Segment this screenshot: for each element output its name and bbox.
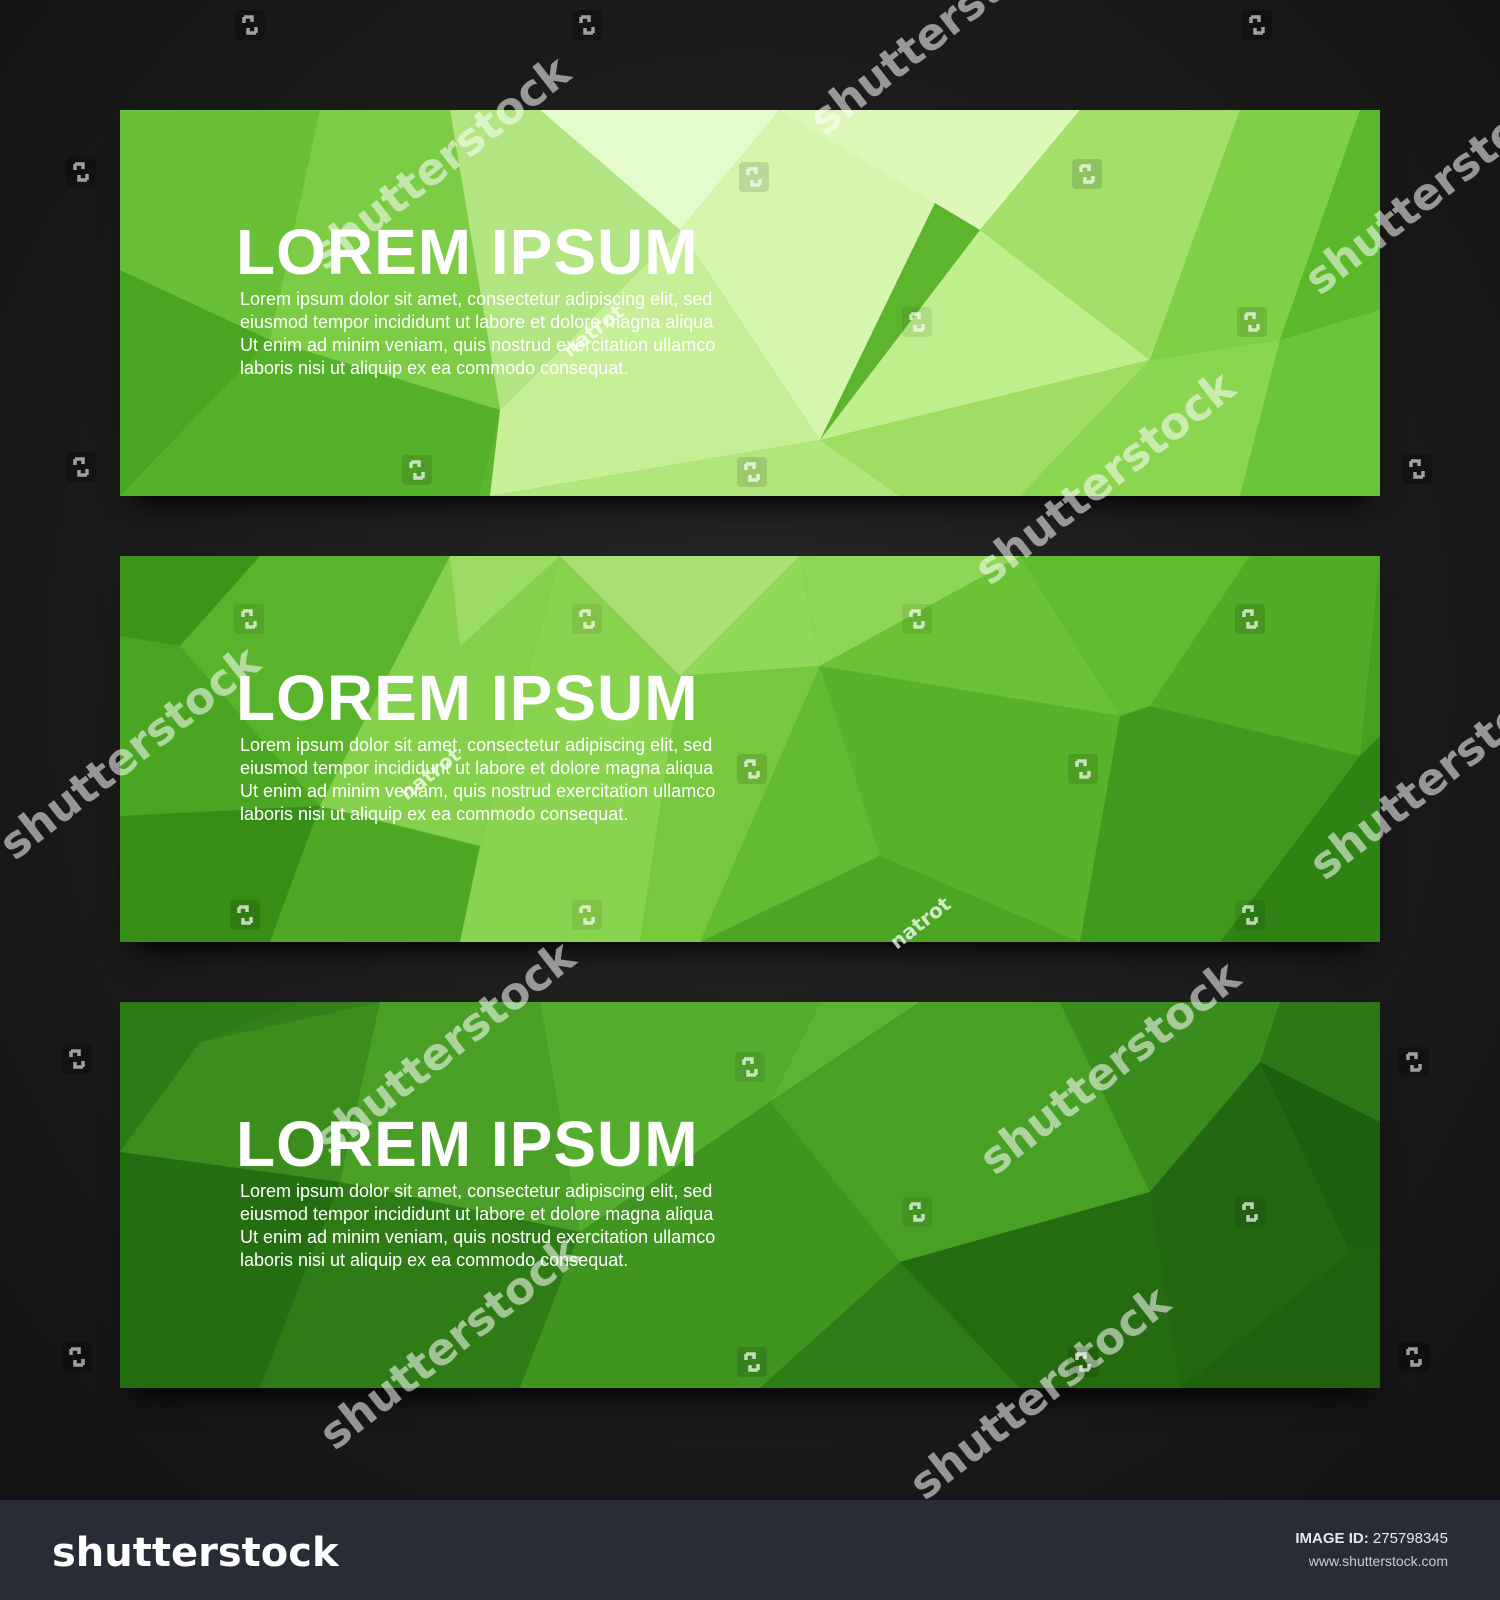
- shutterstock-logo-icon: [1399, 1047, 1429, 1077]
- banner-body-text: Lorem ipsum dolor sit amet, consectetur …: [240, 288, 800, 380]
- shutterstock-logo: shutterstock: [52, 1530, 340, 1576]
- body-line: Ut enim ad minim veniam, quis nostrud ex…: [240, 781, 716, 801]
- banner-medium-green: LOREM IPSUM Lorem ipsum dolor sit amet, …: [120, 556, 1380, 942]
- body-line: Ut enim ad minim veniam, quis nostrud ex…: [240, 335, 716, 355]
- body-line: eiusmod tempor incididunt ut labore et d…: [240, 758, 714, 778]
- banner-body-text: Lorem ipsum dolor sit amet, consectetur …: [240, 1180, 800, 1272]
- body-line: eiusmod tempor incididunt ut labore et d…: [240, 1204, 714, 1224]
- shutterstock-logo-icon: [62, 1044, 92, 1074]
- logo-wordmark: shutterstock: [52, 1530, 340, 1576]
- banner-light-green: LOREM IPSUM Lorem ipsum dolor sit amet, …: [120, 110, 1380, 496]
- shutterstock-logo-icon: [1399, 1342, 1429, 1372]
- shutterstock-logo-icon: [1402, 454, 1432, 484]
- body-line: Ut enim ad minim veniam, quis nostrud ex…: [240, 1227, 716, 1247]
- shutterstock-logo-icon: [572, 10, 602, 40]
- shutterstock-logo-icon: [66, 452, 96, 482]
- image-id-block: IMAGE ID: 275798345 www.shutterstock.com: [1295, 1530, 1448, 1569]
- footer-bar: shutterstock IMAGE ID: 275798345 www.shu…: [0, 1500, 1500, 1600]
- body-line: laboris nisi ut aliquip ex ea commodo co…: [240, 358, 629, 378]
- image-id-value: 275798345: [1372, 1530, 1448, 1547]
- image-id-row: IMAGE ID: 275798345: [1295, 1530, 1448, 1547]
- shutterstock-logo-icon: [66, 157, 96, 187]
- body-line: Lorem ipsum dolor sit amet, consectetur …: [240, 1181, 713, 1201]
- body-line: Lorem ipsum dolor sit amet, consectetur …: [240, 289, 713, 309]
- shutterstock-logo-icon: [1242, 10, 1272, 40]
- body-line: eiusmod tempor incididunt ut labore et d…: [240, 312, 714, 332]
- banner-title: LOREM IPSUM: [236, 1108, 699, 1180]
- artwork: LOREM IPSUM Lorem ipsum dolor sit amet, …: [0, 0, 1500, 1500]
- shutterstock-logo-icon: [62, 1342, 92, 1372]
- banner-title: LOREM IPSUM: [236, 662, 699, 734]
- body-line: Lorem ipsum dolor sit amet, consectetur …: [240, 735, 713, 755]
- banner-body-text: Lorem ipsum dolor sit amet, consectetur …: [240, 734, 800, 826]
- image-id-label: IMAGE ID:: [1295, 1530, 1369, 1547]
- shutterstock-logo-icon: [235, 10, 265, 40]
- body-line: laboris nisi ut aliquip ex ea commodo co…: [240, 804, 629, 824]
- banner-dark-green: LOREM IPSUM Lorem ipsum dolor sit amet, …: [120, 1002, 1380, 1388]
- site-url: www.shutterstock.com: [1308, 1553, 1448, 1569]
- banner-title: LOREM IPSUM: [236, 216, 699, 288]
- body-line: laboris nisi ut aliquip ex ea commodo co…: [240, 1250, 629, 1270]
